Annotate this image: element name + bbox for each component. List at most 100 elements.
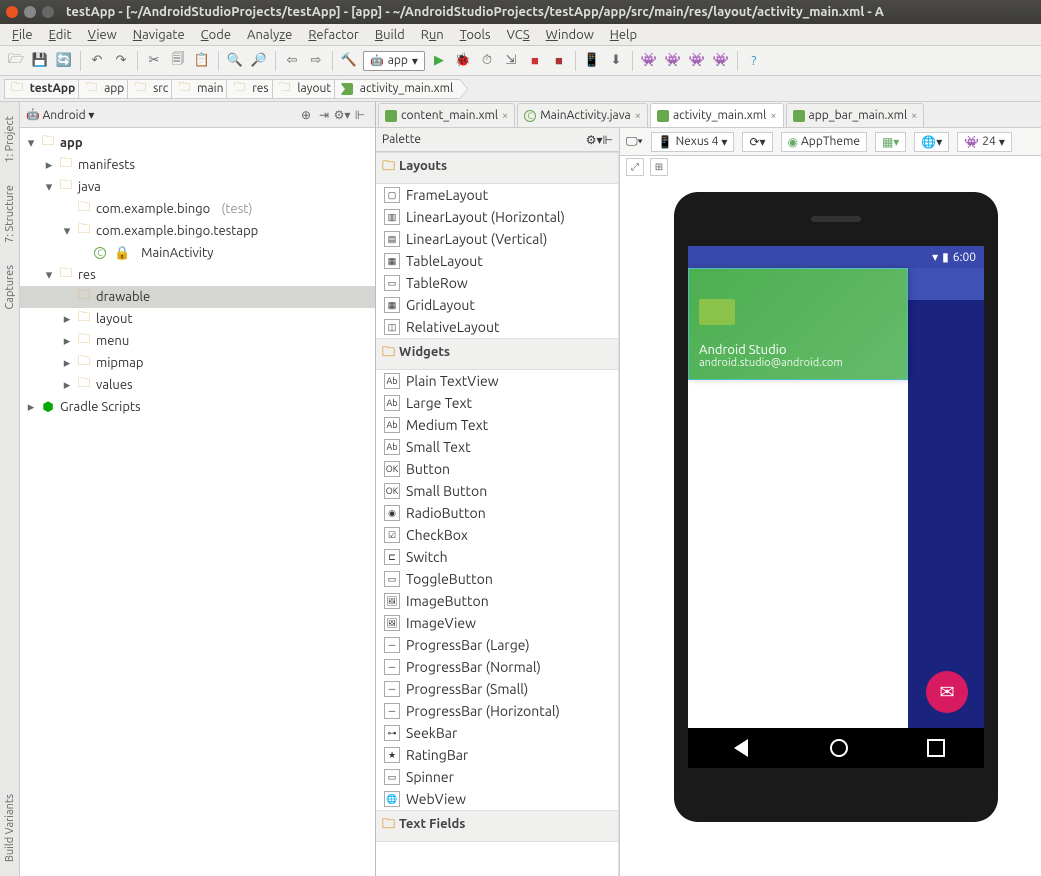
tab-activity-main[interactable]: activity_main.xml× [650, 103, 784, 127]
menu-vcs[interactable]: VCS [501, 26, 536, 44]
android-icon[interactable]: 👾 [687, 51, 707, 71]
stop-icon[interactable]: ■ [525, 51, 545, 71]
tree-node-mainactivity[interactable]: C🔒 MainActivity [20, 242, 375, 264]
menu-refactor[interactable]: Refactor [302, 26, 365, 44]
sync-icon[interactable]: 🔄 [54, 51, 74, 71]
paste-icon[interactable]: 📋 [192, 51, 212, 71]
collapse-icon[interactable]: ⇥ [315, 108, 333, 122]
minimize-window-icon[interactable] [24, 6, 36, 18]
run-config-selector[interactable]: app ▾ [363, 51, 425, 71]
tree-node-mipmap[interactable]: ▸mipmap [20, 352, 375, 374]
palette-item[interactable]: OKSmall Button [376, 480, 618, 502]
forward-icon[interactable]: ⇨ [306, 51, 326, 71]
device-screen[interactable]: ▾ ▮ 6:00 testApp Androi [688, 246, 984, 768]
target-icon[interactable]: ⊕ [297, 108, 315, 122]
tree-node-res[interactable]: ▾res [20, 264, 375, 286]
hide-icon[interactable]: ⊩ [603, 133, 613, 147]
avd-manager-icon[interactable]: 📱 [582, 51, 602, 71]
toggle-grid-icon[interactable]: ⊞ [650, 158, 668, 176]
crumb-file[interactable]: activity_main.xml [334, 79, 460, 99]
palette-group[interactable]: Widgets [376, 338, 618, 370]
palette-item[interactable]: 🖼ImageView [376, 612, 618, 634]
gear-icon[interactable]: ⚙▾ [586, 133, 603, 147]
back-icon[interactable]: ⇦ [282, 51, 302, 71]
locale-selector[interactable]: ▦▾ [875, 132, 906, 152]
palette-item[interactable]: ─ProgressBar (Small) [376, 678, 618, 700]
maximize-window-icon[interactable] [42, 6, 54, 18]
replace-icon[interactable]: 🔎 [249, 51, 269, 71]
undo-icon[interactable]: ↶ [87, 51, 107, 71]
palette-item[interactable]: ▦GridLayout [376, 294, 618, 316]
tree-node-gradle[interactable]: ▸⬢Gradle Scripts [20, 396, 375, 418]
palette-item[interactable]: ⊏Switch [376, 546, 618, 568]
close-window-icon[interactable] [6, 6, 18, 18]
attach-debugger-icon[interactable]: ⇲ [501, 51, 521, 71]
tab-appbar-main[interactable]: app_bar_main.xml× [786, 103, 925, 127]
menu-tools[interactable]: Tools [454, 26, 497, 44]
tree-node-pkg-test[interactable]: com.example.bingo (test) [20, 198, 375, 220]
close-icon[interactable]: × [770, 110, 776, 122]
palette-item[interactable]: ⊶SeekBar [376, 722, 618, 744]
palette-item[interactable]: ─ProgressBar (Large) [376, 634, 618, 656]
palette-item[interactable]: AbLarge Text [376, 392, 618, 414]
palette-item[interactable]: ▥LinearLayout (Horizontal) [376, 206, 618, 228]
android-icon[interactable]: 👾 [663, 51, 683, 71]
toggle-size-icon[interactable]: ⤢ [626, 158, 644, 176]
tree-node-values[interactable]: ▸values [20, 374, 375, 396]
android-icon[interactable]: 👾 [639, 51, 659, 71]
menu-view[interactable]: View [82, 26, 123, 44]
menu-code[interactable]: Code [195, 26, 237, 44]
menu-build[interactable]: Build [369, 26, 411, 44]
palette-item[interactable]: ─ProgressBar (Normal) [376, 656, 618, 678]
tab-content-main[interactable]: content_main.xml× [378, 103, 515, 127]
palette-group[interactable]: Text Fields [376, 810, 618, 842]
menu-run[interactable]: Run [415, 26, 450, 44]
tree-node-java[interactable]: ▾java [20, 176, 375, 198]
tree-node-layout[interactable]: ▸layout [20, 308, 375, 330]
recents-icon[interactable] [927, 739, 945, 757]
tree-node-manifests[interactable]: ▸manifests [20, 154, 375, 176]
menu-analyze[interactable]: Analyze [241, 26, 298, 44]
tab-structure[interactable]: 7: Structure [4, 181, 16, 247]
render-icon[interactable]: 🖵▾ [626, 135, 643, 149]
menu-window[interactable]: Window [540, 26, 600, 44]
api-selector[interactable]: 👾24▾ [957, 132, 1012, 152]
menu-help[interactable]: Help [604, 26, 643, 44]
tab-captures[interactable]: Captures [4, 261, 16, 313]
palette-item[interactable]: ★RatingBar [376, 744, 618, 766]
copy-icon[interactable]: 🗐 [168, 51, 188, 71]
tab-mainactivity[interactable]: CMainActivity.java× [517, 103, 648, 127]
tab-build-variants[interactable]: Build Variants [4, 790, 16, 866]
menu-edit[interactable]: Edit [43, 26, 78, 44]
palette-item[interactable]: ◉RadioButton [376, 502, 618, 524]
nav-drawer[interactable]: Android Studio android.studio@android.co… [688, 268, 908, 380]
tab-project[interactable]: 1: Project [4, 112, 16, 167]
close-icon[interactable]: × [502, 110, 508, 122]
crumb-project[interactable]: testApp [4, 79, 82, 99]
sdk-manager-icon[interactable]: ⬇ [606, 51, 626, 71]
home-icon[interactable] [830, 739, 848, 757]
palette-item[interactable]: AbSmall Text [376, 436, 618, 458]
palette-item[interactable]: ☑CheckBox [376, 524, 618, 546]
palette-group[interactable]: Layouts [376, 152, 618, 184]
palette-item[interactable]: OKButton [376, 458, 618, 480]
close-icon[interactable]: × [635, 110, 641, 122]
stop-icon-2[interactable]: ■ [549, 51, 569, 71]
palette-item[interactable]: AbPlain TextView [376, 370, 618, 392]
menu-file[interactable]: File [6, 26, 39, 44]
help-icon[interactable]: ? [744, 51, 764, 71]
device-selector[interactable]: 📱 Nexus 4▾ [651, 132, 735, 152]
menu-navigate[interactable]: Navigate [127, 26, 191, 44]
make-icon[interactable]: 🔨 [339, 51, 359, 71]
hide-icon[interactable]: ⊩ [351, 108, 369, 122]
globe-selector[interactable]: 🌐▾ [914, 132, 949, 152]
find-icon[interactable]: 🔍 [225, 51, 245, 71]
palette-item[interactable]: ─ProgressBar (Horizontal) [376, 700, 618, 722]
back-icon[interactable] [725, 739, 748, 757]
palette-item[interactable]: 🌐WebView [376, 788, 618, 810]
redo-icon[interactable]: ↷ [111, 51, 131, 71]
open-icon[interactable]: 🗁 [6, 51, 26, 71]
debug-icon[interactable]: 🐞 [453, 51, 473, 71]
palette-item[interactable]: 🖼ImageButton [376, 590, 618, 612]
fab-button[interactable]: ✉ [926, 671, 968, 713]
